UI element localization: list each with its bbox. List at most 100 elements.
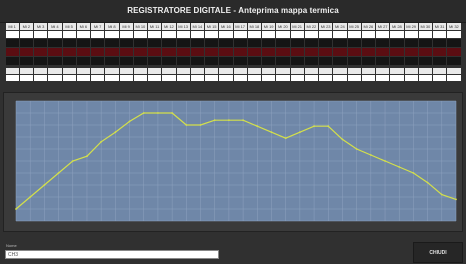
channel-caption: Mi 29 (404, 23, 418, 30)
channel-caption: Mi 5 (62, 23, 76, 30)
channel-value-lower (119, 75, 133, 81)
channel-caption-lower (447, 68, 461, 74)
channel-display (233, 39, 247, 47)
channel-alarm-indicator (5, 48, 19, 56)
channel-caption: Mi 2 (19, 23, 33, 30)
channel-caption-lower (376, 68, 390, 74)
channel-value-lower (262, 75, 276, 81)
channel-caption-lower (304, 68, 318, 74)
channel-value (19, 31, 33, 38)
channel-caption-lower (190, 68, 204, 74)
channel-display (433, 39, 447, 47)
channel-display (247, 57, 261, 65)
channel-display (418, 57, 432, 65)
channel-value-lower (347, 75, 361, 81)
channel-display (34, 57, 48, 65)
close-button[interactable]: CHIUDI (413, 242, 463, 263)
channel-display (190, 57, 204, 65)
channel-display (262, 57, 276, 65)
series-point (213, 119, 216, 122)
name-field-label: Nome (6, 243, 17, 248)
channel-alarm-indicator (376, 48, 390, 56)
series-point (398, 166, 401, 168)
channel-alarm-indicator (205, 48, 219, 56)
channel-alarm-indicator (190, 48, 204, 56)
channel-display (76, 39, 90, 47)
channel-caption: Mi 18 (247, 23, 261, 30)
channel-column: Mi 29 (404, 23, 418, 89)
channel-value-lower (205, 75, 219, 81)
channel-display (390, 57, 404, 65)
channel-value-lower (404, 75, 418, 81)
channel-display (48, 57, 62, 65)
channel-caption-lower (162, 68, 176, 74)
channel-value-lower (62, 75, 76, 81)
series-point (270, 131, 273, 134)
series-point (412, 172, 415, 174)
channel-value (333, 31, 347, 38)
channel-caption-lower (433, 68, 447, 74)
name-input[interactable]: CH3 (5, 250, 219, 259)
channel-display (91, 39, 105, 47)
channel-value (262, 31, 276, 38)
channel-caption: Mi 14 (190, 23, 204, 30)
series-point (355, 148, 358, 150)
channel-caption: Mi 21 (290, 23, 304, 30)
channel-value-lower (34, 75, 48, 81)
channel-caption-lower (19, 68, 33, 74)
channel-caption: Mi 20 (276, 23, 290, 30)
channel-value-lower (19, 75, 33, 81)
channel-caption-lower (119, 68, 133, 74)
series-point (43, 184, 46, 186)
channel-display (361, 39, 375, 47)
channel-caption: Mi 7 (91, 23, 105, 30)
series-point (29, 196, 32, 198)
channel-column: Mi 20 (276, 23, 290, 89)
channel-value (205, 31, 219, 38)
channel-display (290, 39, 304, 47)
channel-column: Mi 28 (390, 23, 404, 89)
channel-caption: Mi 6 (76, 23, 90, 30)
channel-alarm-indicator (333, 48, 347, 56)
series-point (327, 125, 330, 128)
channel-alarm-indicator (390, 48, 404, 56)
channel-alarm-indicator (48, 48, 62, 56)
series-point (384, 160, 386, 162)
channel-value-lower (148, 75, 162, 81)
channel-display (404, 39, 418, 47)
channel-caption: Mi 9 (119, 23, 133, 30)
channel-caption: Mi 16 (219, 23, 233, 30)
channel-value (347, 31, 361, 38)
channel-alarm-indicator (304, 48, 318, 56)
channel-alarm-indicator (219, 48, 233, 56)
series-point (171, 112, 174, 114)
channel-caption: Mi 17 (233, 23, 247, 30)
channel-display (133, 39, 147, 47)
channel-value (219, 31, 233, 38)
series-point (71, 160, 74, 162)
channel-value (418, 31, 432, 38)
channel-value-lower (48, 75, 62, 81)
channel-value (433, 31, 447, 38)
channel-caption-lower (5, 68, 19, 74)
channel-alarm-indicator (76, 48, 90, 56)
channel-alarm-indicator (347, 48, 361, 56)
channel-alarm-indicator (105, 48, 119, 56)
channel-alarm-indicator (247, 48, 261, 56)
channel-value (133, 31, 147, 38)
channel-display (276, 39, 290, 47)
channel-caption: Mi 32 (447, 23, 461, 30)
window-title: REGISTRATORE DIGITALE - Anteprima mappa … (0, 0, 466, 23)
channel-alarm-indicator (91, 48, 105, 56)
channel-value (162, 31, 176, 38)
channel-display (304, 57, 318, 65)
series-point (284, 137, 287, 140)
channel-value-lower (290, 75, 304, 81)
channel-display (219, 57, 233, 65)
channel-alarm-indicator (290, 48, 304, 56)
channel-value (119, 31, 133, 38)
channel-caption-lower (133, 68, 147, 74)
channel-display (262, 39, 276, 47)
channel-caption-lower (390, 68, 404, 74)
channel-display (119, 39, 133, 47)
